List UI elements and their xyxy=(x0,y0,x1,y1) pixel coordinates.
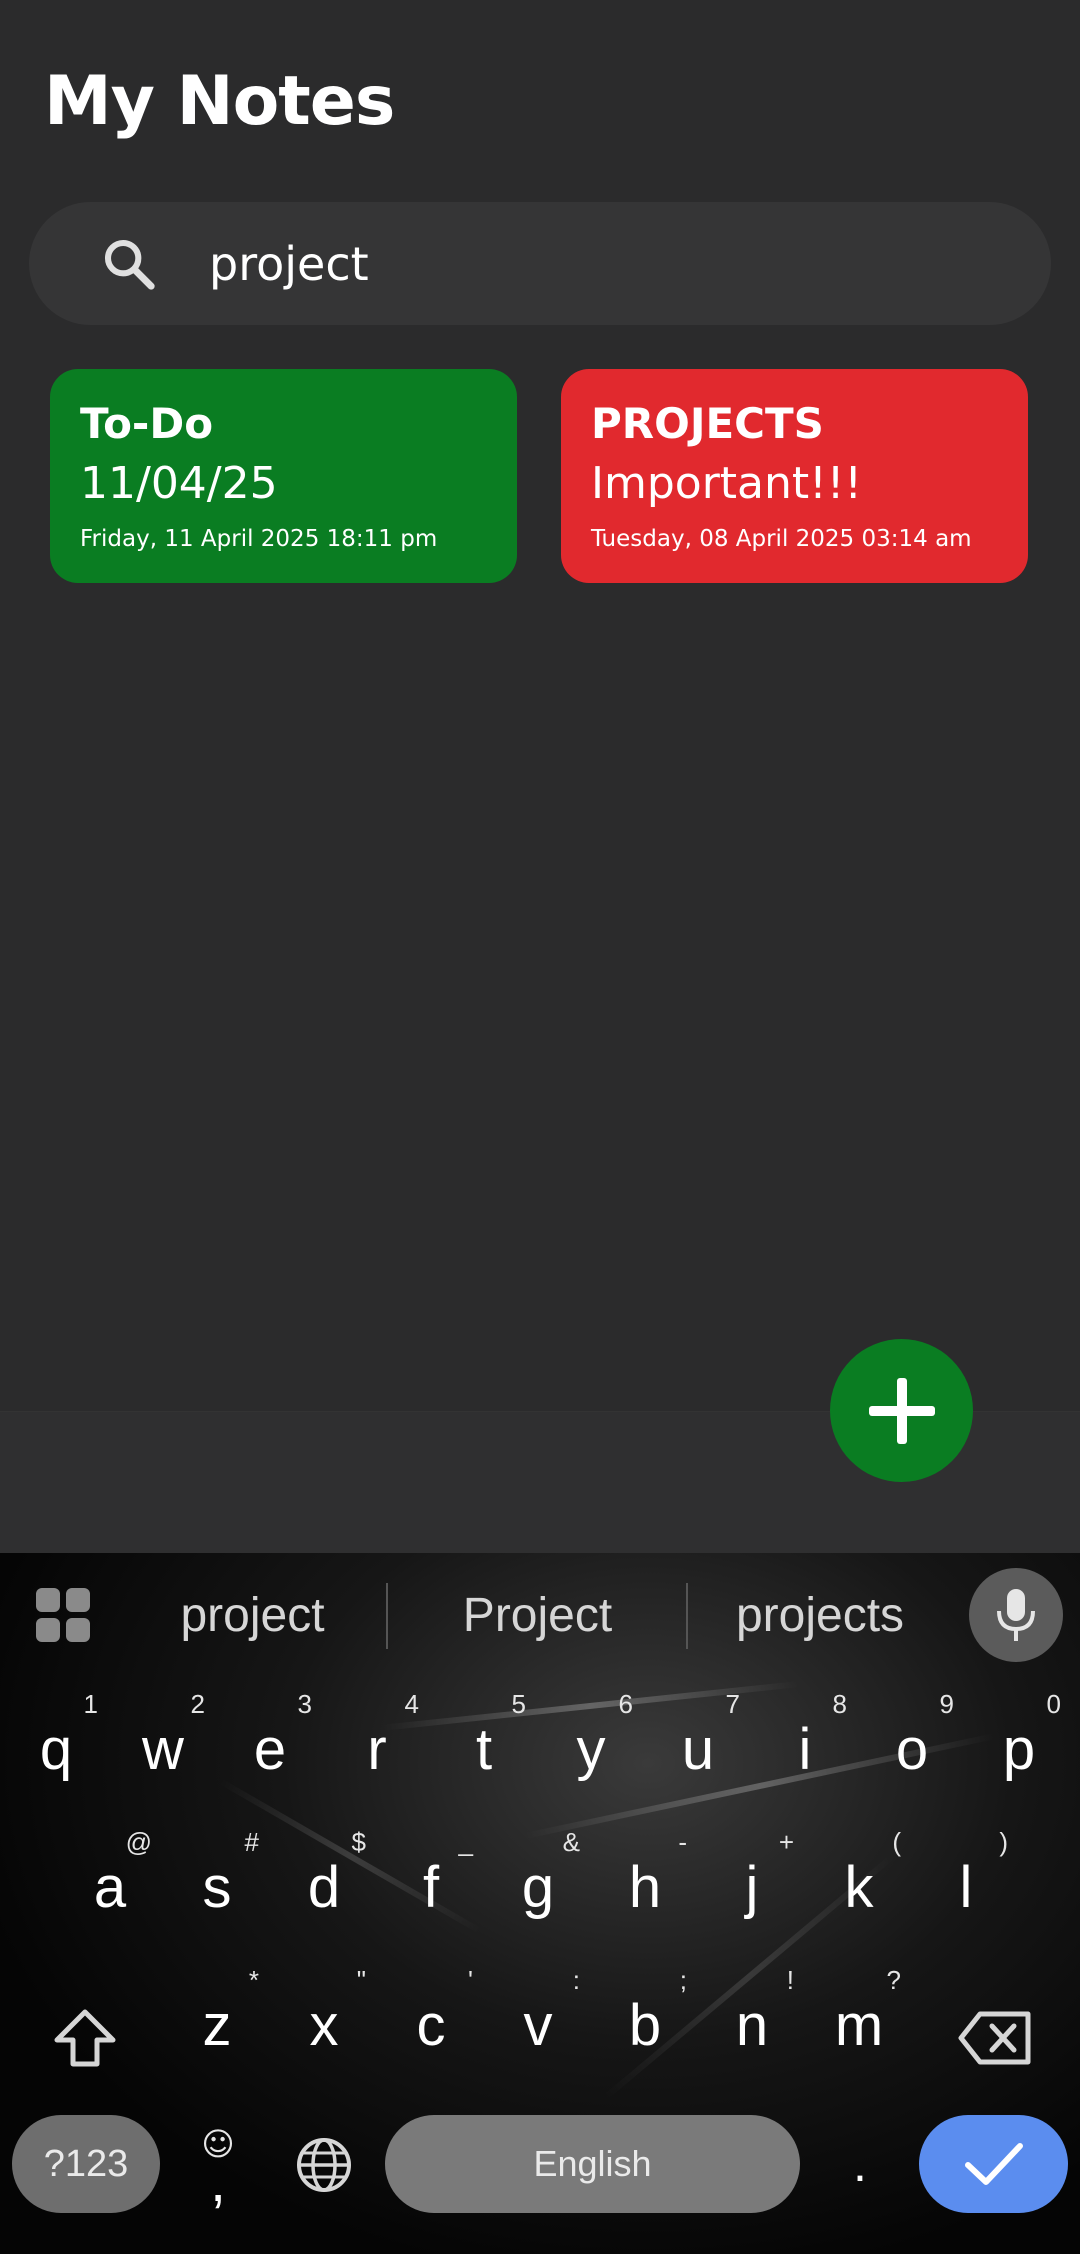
key-v[interactable]: :v xyxy=(488,1955,588,2075)
note-body: 11/04/25 xyxy=(80,458,278,509)
key-l[interactable]: ) l xyxy=(916,1817,1016,1937)
key-r[interactable]: 4r xyxy=(327,1679,427,1799)
enter-key[interactable] xyxy=(919,2115,1068,2213)
note-title: To-Do xyxy=(80,399,214,448)
language-key[interactable] xyxy=(292,2133,356,2197)
note-body: Important!!! xyxy=(591,458,863,509)
note-title: PROJECTS xyxy=(591,399,824,448)
space-bar[interactable]: English xyxy=(385,2115,800,2213)
shift-key[interactable] xyxy=(40,1993,130,2083)
notes-app: My Notes To-Do 11/04/25 Friday, 11 April… xyxy=(0,0,1080,1553)
note-card-todo[interactable]: To-Do 11/04/25 Friday, 11 April 2025 18:… xyxy=(50,369,517,583)
key-w[interactable]: 2w xyxy=(113,1679,213,1799)
key-t[interactable]: 5t xyxy=(434,1679,534,1799)
key-j[interactable]: + j xyxy=(702,1817,802,1937)
key-c[interactable]: ' c xyxy=(381,1955,481,2075)
apps-grid-icon[interactable] xyxy=(36,1588,90,1642)
key-z[interactable]: * z xyxy=(167,1955,267,2075)
plus-icon xyxy=(868,1377,935,1444)
key-e[interactable]: 3e xyxy=(220,1679,320,1799)
key-x[interactable]: " x xyxy=(274,1955,374,2075)
key-s[interactable]: # s xyxy=(167,1817,267,1937)
key-m[interactable]: ? m xyxy=(809,1955,909,2075)
suggestion-1[interactable]: project xyxy=(140,1583,365,1649)
key-g[interactable]: & g xyxy=(488,1817,588,1937)
key-y[interactable]: 6y xyxy=(541,1679,641,1799)
key-k[interactable]: (k xyxy=(809,1817,909,1937)
symbols-key[interactable]: ?123 xyxy=(12,2115,160,2213)
key-d[interactable]: $ d xyxy=(274,1817,374,1937)
backspace-key[interactable] xyxy=(950,1993,1040,2083)
key-h[interactable]: -h xyxy=(595,1817,695,1937)
search-bar[interactable] xyxy=(29,202,1051,325)
period-key[interactable]: . xyxy=(830,2119,890,2209)
soft-keyboard: project Project projects 1q 2w 3e 4r 5t … xyxy=(0,1553,1080,2254)
key-a[interactable]: @ a xyxy=(60,1817,160,1937)
comma-label: , xyxy=(210,2150,226,2213)
add-note-button[interactable] xyxy=(830,1339,973,1482)
suggestion-2[interactable]: Project xyxy=(420,1583,655,1649)
search-icon xyxy=(104,239,155,290)
voice-input-button[interactable] xyxy=(969,1568,1063,1662)
key-o[interactable]: 9o xyxy=(862,1679,962,1799)
key-f[interactable]: _ f xyxy=(381,1817,481,1937)
key-p[interactable]: 0p xyxy=(969,1679,1069,1799)
page-title: My Notes xyxy=(44,62,395,141)
key-b[interactable]: ; b xyxy=(595,1955,695,2075)
note-date: Friday, 11 April 2025 18:11 pm xyxy=(80,526,438,552)
shift-icon xyxy=(54,2009,116,2067)
comma-emoji-key[interactable]: ☺ , xyxy=(186,2109,250,2219)
backspace-icon xyxy=(958,2011,1031,2065)
checkmark-icon xyxy=(964,2143,1023,2185)
search-input[interactable] xyxy=(209,220,1009,308)
microphone-icon xyxy=(997,1589,1035,1641)
key-u[interactable]: 7u xyxy=(648,1679,748,1799)
key-i[interactable]: 8i xyxy=(755,1679,855,1799)
key-q[interactable]: 1q xyxy=(6,1679,106,1799)
globe-icon xyxy=(297,2138,351,2192)
suggestion-strip: project Project projects xyxy=(0,1553,1080,1679)
divider xyxy=(386,1583,388,1649)
key-n[interactable]: ! n xyxy=(702,1955,802,2075)
note-card-projects[interactable]: PROJECTS Important!!! Tuesday, 08 April … xyxy=(561,369,1028,583)
divider xyxy=(686,1583,688,1649)
suggestion-3[interactable]: projects xyxy=(710,1583,930,1649)
note-date: Tuesday, 08 April 2025 03:14 am xyxy=(591,526,972,552)
